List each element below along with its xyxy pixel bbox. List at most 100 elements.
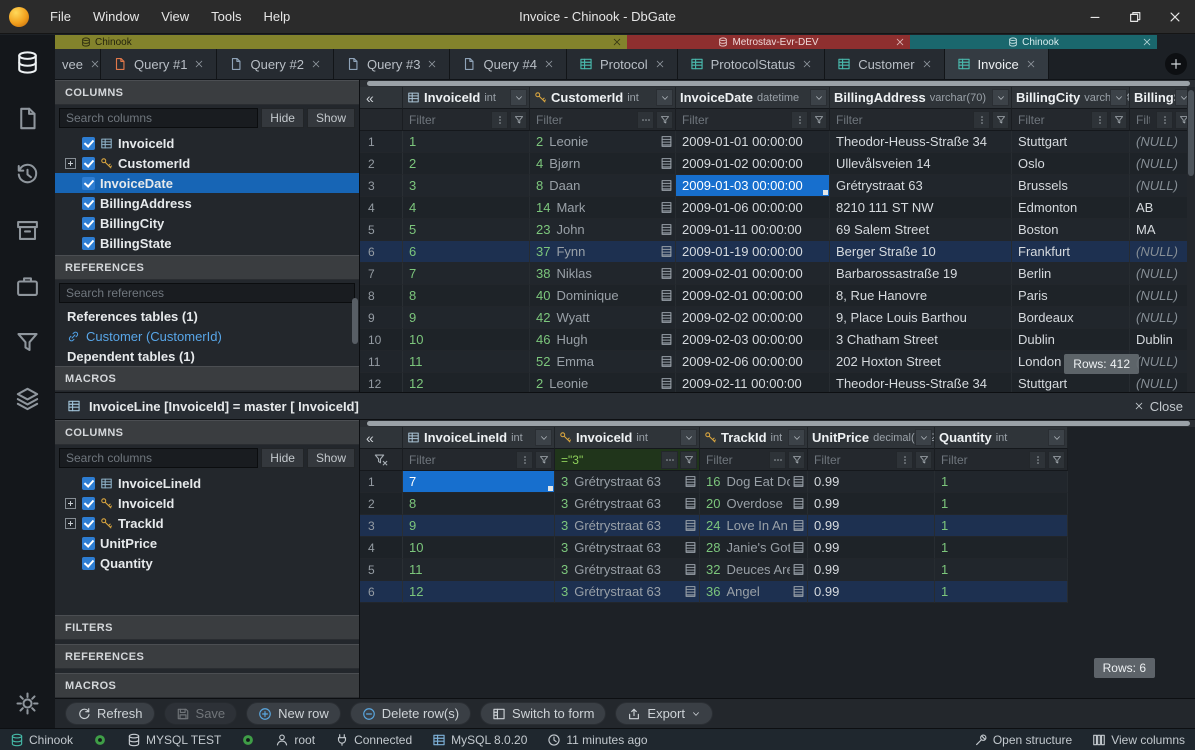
search-input[interactable] — [59, 283, 355, 303]
grid-cell[interactable]: Dublin — [1130, 329, 1195, 351]
filter-funnel-button[interactable] — [1048, 451, 1065, 469]
grid-cell[interactable]: Paris — [1012, 285, 1130, 307]
close-tab-button[interactable] — [1026, 59, 1036, 69]
column-dropdown-button[interactable] — [680, 429, 697, 446]
grid-cell[interactable]: 2009-02-11 00:00:00 — [676, 373, 830, 392]
sidebar-archive-button[interactable] — [15, 217, 41, 243]
status-root[interactable]: root — [275, 733, 315, 747]
grid-cell[interactable]: 3Grétrystraat 63 — [555, 493, 700, 515]
grid-cell[interactable]: 1 — [935, 493, 1068, 515]
close-tab-button[interactable] — [311, 59, 321, 69]
column-checkbox[interactable] — [82, 517, 95, 530]
column-item-billingcity[interactable]: BillingCity — [55, 213, 359, 233]
close-reference-button[interactable]: Close — [1134, 399, 1183, 414]
horizontal-scrollbar[interactable] — [360, 80, 1195, 87]
minimize-button[interactable] — [1075, 0, 1115, 34]
panel-scrollbar-thumb[interactable] — [352, 298, 358, 344]
menu-file[interactable]: File — [39, 0, 82, 33]
column-checkbox[interactable] — [82, 157, 95, 170]
filter-input-trackid[interactable] — [700, 449, 769, 470]
collapse-left-panel-button[interactable]: « — [360, 427, 403, 449]
grid-cell[interactable]: 2Leonie — [530, 131, 676, 153]
row-number[interactable]: 1 — [360, 471, 403, 493]
grid-cell[interactable]: 37Fynn — [530, 241, 676, 263]
reference-link-customer-customerid[interactable]: Customer (CustomerId) — [55, 326, 359, 346]
close-tab-button[interactable] — [544, 59, 554, 69]
column-header-invoicelineid[interactable]: InvoiceLineIdint — [403, 427, 555, 449]
grid-cell[interactable]: 16Dog Eat Dog — [700, 471, 808, 493]
row-number[interactable]: 3 — [360, 515, 403, 537]
tab-protocolstatus[interactable]: ProtocolStatus — [678, 49, 826, 79]
clear-filters-button[interactable] — [360, 449, 403, 471]
columns-section-header[interactable]: COLUMNS — [55, 80, 359, 105]
references-section-header[interactable]: REFERENCES — [55, 255, 359, 280]
filter-input-billingstate[interactable] — [1130, 109, 1156, 130]
column-header-billingaddress[interactable]: BillingAddressvarchar(70) — [830, 87, 1012, 109]
column-header-invoicedate[interactable]: InvoiceDatedatetime — [676, 87, 830, 109]
grid-cell[interactable]: 8210 111 ST NW — [830, 197, 1012, 219]
grid-cell[interactable]: 2009-01-19 00:00:00 — [676, 241, 830, 263]
grid-cell[interactable]: MA — [1130, 219, 1195, 241]
tab-vee[interactable]: vee — [55, 49, 101, 79]
filter-menu-button[interactable] — [791, 111, 808, 129]
menu-window[interactable]: Window — [82, 0, 150, 33]
filter-menu-button[interactable] — [1156, 111, 1173, 129]
column-dropdown-button[interactable] — [1048, 429, 1065, 446]
status-view-columns[interactable]: View columns — [1092, 733, 1185, 747]
references-section-header[interactable]: REFERENCES — [55, 644, 359, 669]
row-number[interactable]: 1 — [360, 131, 403, 153]
grid-cell[interactable]: 11 — [403, 559, 555, 581]
grid-cell[interactable]: Brussels — [1012, 175, 1130, 197]
maximize-button[interactable] — [1115, 0, 1155, 34]
grid-cell[interactable]: 7 — [403, 471, 555, 493]
expand-button[interactable] — [65, 498, 76, 509]
status-chinook[interactable]: Chinook — [10, 733, 73, 747]
row-number[interactable]: 5 — [360, 219, 403, 241]
grid-cell[interactable]: 2Leonie — [530, 373, 676, 392]
grid-cell[interactable]: 2009-02-06 00:00:00 — [676, 351, 830, 373]
grid-cell[interactable]: 0.99 — [808, 559, 935, 581]
filter-input-invoicelineid[interactable] — [403, 449, 516, 470]
filter-menu-button[interactable] — [896, 451, 913, 469]
sidebar-layers-button[interactable] — [15, 385, 41, 411]
column-checkbox[interactable] — [82, 137, 95, 150]
status-open-structure[interactable]: Open structure — [974, 733, 1072, 747]
filter-funnel-button[interactable] — [510, 111, 527, 129]
grid-cell[interactable]: 2009-01-03 00:00:00 — [676, 175, 830, 197]
row-number[interactable]: 8 — [360, 285, 403, 307]
column-item-quantity[interactable]: Quantity — [55, 553, 359, 573]
status-mysql-test[interactable]: MYSQL TEST — [127, 733, 221, 747]
filter-funnel-button[interactable] — [810, 111, 827, 129]
column-item-billingstate[interactable]: BillingState — [55, 233, 359, 253]
grid-cell[interactable]: 9 — [403, 307, 530, 329]
row-number[interactable]: 10 — [360, 329, 403, 351]
grid-cell[interactable]: 38Niklas — [530, 263, 676, 285]
show-button[interactable]: Show — [307, 448, 355, 468]
filter-funnel-button[interactable] — [1110, 111, 1127, 129]
column-header-customerid[interactable]: CustomerIdint — [530, 87, 676, 109]
grid-cell[interactable]: 4 — [403, 197, 530, 219]
column-header-quantity[interactable]: Quantityint — [935, 427, 1068, 449]
grid-cell[interactable]: 0.99 — [808, 471, 935, 493]
grid-cell[interactable]: 8 — [403, 285, 530, 307]
grid-cell[interactable]: 2009-02-01 00:00:00 — [676, 285, 830, 307]
grid-cell[interactable]: 1 — [935, 537, 1068, 559]
grid-cell[interactable]: Stuttgart — [1012, 373, 1130, 392]
column-dropdown-button[interactable] — [535, 429, 552, 446]
close-group-button[interactable] — [895, 37, 905, 49]
close-tab-button[interactable] — [655, 59, 665, 69]
grid-cell[interactable]: 3 Chatham Street — [830, 329, 1012, 351]
fill-handle[interactable] — [822, 189, 829, 196]
grid-cell[interactable]: (NULL) — [1130, 175, 1195, 197]
grid-cell[interactable]: (NULL) — [1130, 263, 1195, 285]
new-row-button[interactable]: New row — [246, 702, 341, 725]
grid-cell[interactable]: 9, Place Louis Barthou — [830, 307, 1012, 329]
column-header-trackid[interactable]: TrackIdint — [700, 427, 808, 449]
new-tab-button[interactable] — [1165, 53, 1187, 75]
grid-cell[interactable]: 8 — [403, 493, 555, 515]
filter-funnel-button[interactable] — [992, 111, 1009, 129]
grid-cell[interactable]: 24Love In An Elevator — [700, 515, 808, 537]
filters-section-header[interactable]: FILTERS — [55, 615, 359, 640]
grid-cell[interactable]: 0.99 — [808, 515, 935, 537]
row-number[interactable]: 7 — [360, 263, 403, 285]
